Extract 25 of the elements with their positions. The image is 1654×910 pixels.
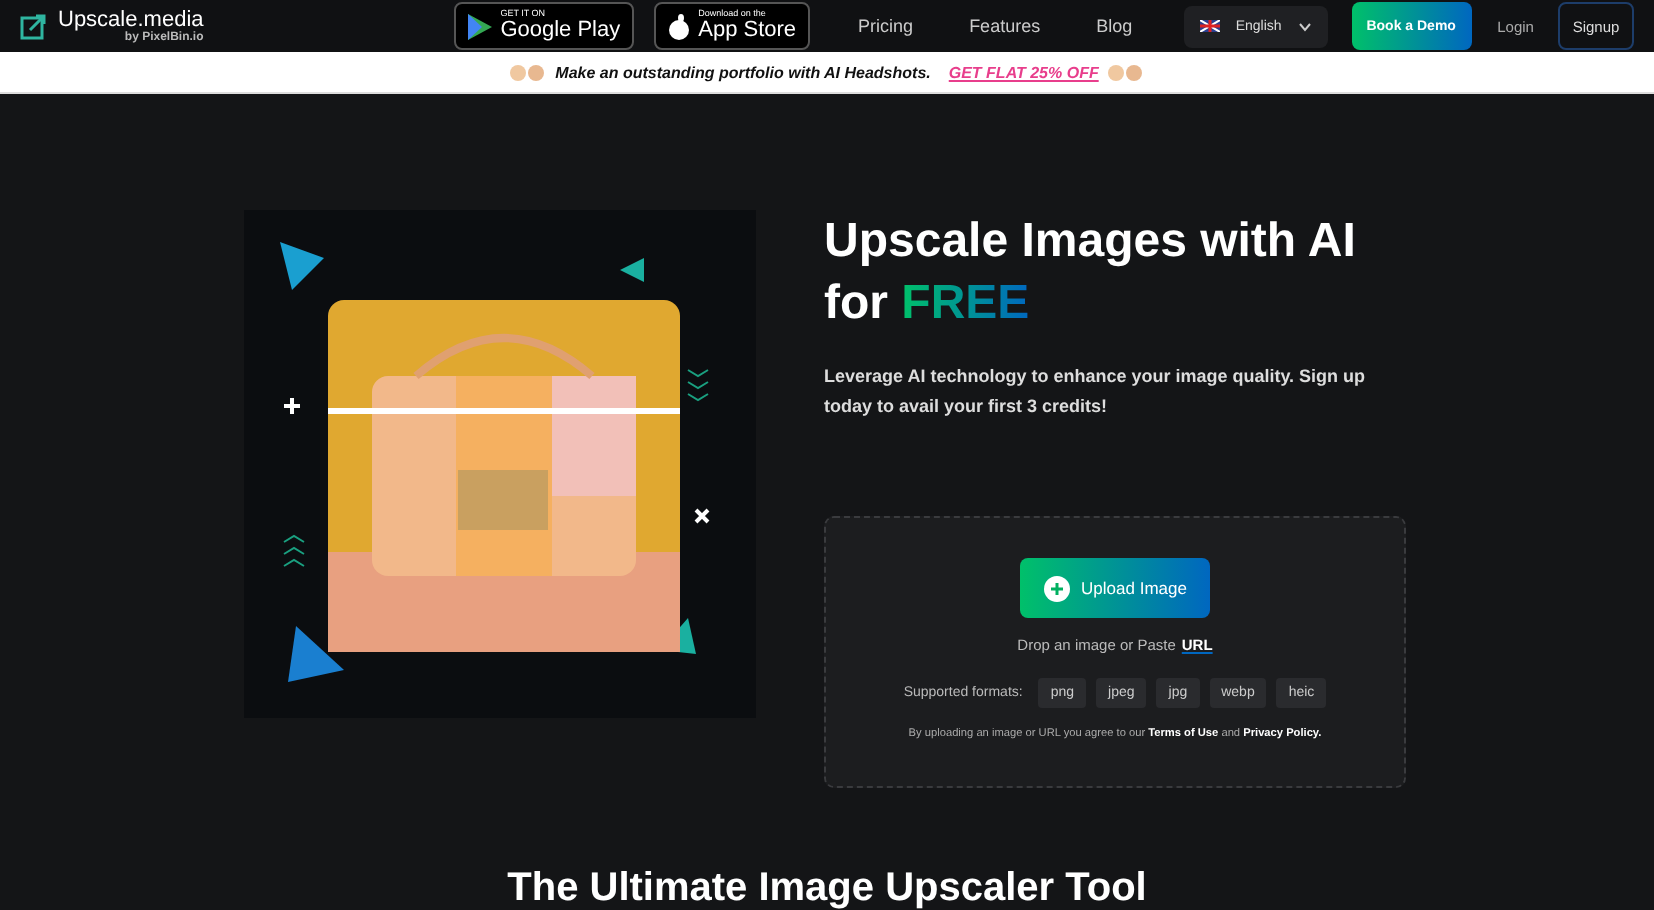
chevron-down-icon [1297,21,1312,31]
upload-image-button[interactable]: Upload Image [1020,558,1210,618]
nav-link[interactable]: Pricing [858,16,914,36]
play-icon [468,13,493,39]
promo-link[interactable]: GET FLAT 25% OFF [948,63,1099,81]
logo-icon [20,12,48,40]
logo-name[interactable]: Upscale.media [58,9,204,31]
plus-icon [282,396,302,416]
people-icon [509,63,546,81]
flag-icon [1200,20,1221,32]
hero-title: Upscale Images with AI for FREE [824,212,1358,334]
triangle-icon [288,626,344,682]
plus-icon [1043,575,1070,601]
people-icon [1108,63,1145,81]
triangle-icon [280,242,324,290]
apple-icon [668,13,691,39]
chevrons-icon [283,534,305,567]
nav-link[interactable]: Features [969,16,1041,36]
section-title: The Ultimate Image Upscaler Tool [505,864,1149,910]
triangle-icon [620,258,644,282]
cross-icon [694,508,710,524]
nav-link[interactable]: Blog [1096,16,1133,36]
promo-text: Make an outstanding portfolio with AI Headshots. [555,63,931,81]
chevrons-icon [687,369,709,402]
hero-subtitle: Leverage AI technology to enhance your image quality. Sign up today to avail your first 3 credits! [824,364,1368,420]
